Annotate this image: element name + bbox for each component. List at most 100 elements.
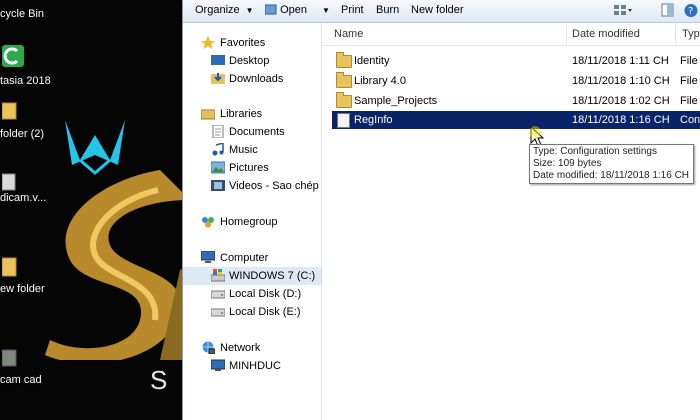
- nav-libraries-label: Libraries: [220, 108, 263, 120]
- svg-text:?: ?: [688, 6, 693, 17]
- folder-icon[interactable]: [2, 255, 18, 277]
- nav-homegroup[interactable]: Homegroup: [183, 213, 321, 231]
- music-icon: [212, 143, 224, 156]
- nav-favorites-label: Favorites: [220, 37, 266, 49]
- list-item[interactable]: Library 4.0 18/11/2018 1:10 CH File fi: [332, 72, 700, 90]
- windows-drive-icon: [211, 269, 225, 282]
- nav-drive-c[interactable]: WINDOWS 7 (C:): [183, 267, 321, 285]
- open-button[interactable]: Open ▼: [264, 4, 330, 16]
- nav-music[interactable]: Music: [183, 141, 321, 159]
- pictures-icon: [211, 161, 225, 174]
- column-header: Name Date modified Type: [322, 23, 700, 46]
- brand-letter: S: [150, 365, 168, 395]
- help-icon[interactable]: ?: [683, 3, 699, 18]
- homegroup-icon: [202, 217, 214, 228]
- camtasia-icon[interactable]: [2, 45, 24, 67]
- burn-button[interactable]: Burn: [376, 4, 399, 16]
- file-type: File fi: [680, 55, 700, 67]
- nav-videos[interactable]: Videos - Sao chép: [183, 177, 321, 195]
- nav-downloads[interactable]: Downloads: [183, 70, 321, 88]
- tooltip-type: Type: Configuration settings: [533, 146, 657, 157]
- video-icon: [211, 180, 225, 191]
- list-item[interactable]: Sample_Projects 18/11/2018 1:02 CH File …: [332, 92, 700, 110]
- tooltip-date-modified: Date modified: 18/11/2018 1:16 CH: [533, 170, 690, 181]
- column-date-modified[interactable]: Date modified: [572, 28, 640, 40]
- file-date: 18/11/2018 1:02 CH: [572, 95, 670, 107]
- nav-desktop-label: Desktop: [229, 55, 270, 67]
- nav-music-label: Music: [229, 144, 258, 156]
- folder-icon: [336, 72, 352, 88]
- column-name[interactable]: Name: [334, 28, 363, 40]
- nav-network-label: Network: [220, 342, 261, 354]
- desktop: S cycle Bin tasia 2018 folder (2) dicam.…: [0, 0, 182, 420]
- open-icon: [264, 4, 277, 15]
- nav-drive-c-label: WINDOWS 7 (C:): [229, 270, 316, 282]
- desktop-item-dicam[interactable]: dicam.v...: [0, 192, 46, 204]
- explorer-window: Organize ▼ Open ▼ Print Burn New folder ?…: [182, 0, 700, 420]
- gold-brush-logo: [45, 170, 182, 360]
- chevron-down-icon: ▼: [322, 6, 330, 15]
- nav-documents[interactable]: Documents: [183, 123, 321, 141]
- desktop-item-recycle-bin[interactable]: cycle Bin: [0, 8, 44, 20]
- command-bar: Organize ▼ Open ▼ Print Burn New folder ?: [183, 0, 700, 23]
- nav-desktop[interactable]: Desktop: [183, 52, 321, 70]
- nav-minhduc[interactable]: MINHDUC: [183, 357, 321, 375]
- file-name: Identity: [354, 55, 390, 67]
- desktop-item-folder-2[interactable]: folder (2): [0, 128, 44, 140]
- nav-drive-e[interactable]: Local Disk (E:): [183, 303, 321, 321]
- list-item[interactable]: Identity 18/11/2018 1:11 CH File fi: [332, 52, 700, 70]
- file-icon[interactable]: [2, 172, 18, 192]
- nav-videos-label: Videos - Sao chép: [229, 180, 319, 192]
- blue-crown-logo: [65, 120, 125, 175]
- desktop-item-new-folder[interactable]: ew folder: [0, 283, 45, 295]
- file-name: RegInfo: [354, 114, 393, 126]
- hard-disk-icon: [211, 290, 225, 299]
- organize-button[interactable]: Organize ▼: [195, 4, 254, 16]
- nav-minhduc-label: MINHDUC: [229, 360, 281, 372]
- file-name: Library 4.0: [354, 75, 406, 87]
- nav-libraries[interactable]: Libraries: [183, 105, 321, 123]
- column-divider[interactable]: [675, 25, 676, 43]
- nav-drive-d[interactable]: Local Disk (D:): [183, 285, 321, 303]
- nav-drive-d-label: Local Disk (D:): [229, 288, 302, 300]
- nav-favorites[interactable]: Favorites: [183, 34, 321, 52]
- column-divider[interactable]: [566, 25, 567, 43]
- nav-computer-label: Computer: [220, 252, 269, 264]
- file-date: 18/11/2018 1:10 CH: [572, 75, 670, 87]
- file-type: File fi: [680, 95, 700, 107]
- shortcut-icon[interactable]: [2, 348, 18, 368]
- new-folder-button[interactable]: New folder: [411, 4, 464, 16]
- chevron-down-icon: ▼: [245, 6, 254, 15]
- folder-icon: [336, 92, 352, 108]
- nav-drive-e-label: Local Disk (E:): [229, 306, 301, 318]
- nav-computer[interactable]: Computer: [183, 249, 321, 267]
- file-name: Sample_Projects: [354, 95, 438, 107]
- nav-network[interactable]: Network: [183, 339, 321, 357]
- downloads-icon: [211, 73, 225, 84]
- file-type: Confi: [680, 114, 700, 126]
- folder-icon: [336, 52, 352, 68]
- file-list: Name Date modified Type Identity 18/11/2…: [322, 23, 700, 420]
- column-type[interactable]: Type: [682, 28, 700, 40]
- navigation-pane: Favorites Desktop Downloads Libraries Do…: [183, 23, 322, 420]
- desktop-item-camtasia[interactable]: tasia 2018: [0, 75, 51, 87]
- network-computer-icon: [211, 359, 225, 371]
- desktop-item-cam-cad[interactable]: cam cad: [0, 374, 42, 386]
- file-date: 18/11/2018 1:11 CH: [572, 55, 669, 67]
- print-button[interactable]: Print: [341, 4, 364, 16]
- file-date: 18/11/2018 1:16 CH: [572, 114, 670, 126]
- file-type: File fi: [680, 75, 700, 87]
- list-item-selected[interactable]: RegInfo 18/11/2018 1:16 CH Confi: [332, 111, 700, 129]
- nav-pictures[interactable]: Pictures: [183, 159, 321, 177]
- view-options-icon[interactable]: [613, 3, 633, 17]
- hard-disk-icon: [211, 308, 225, 317]
- nav-pictures-label: Pictures: [229, 162, 269, 174]
- folder-icon[interactable]: [2, 100, 18, 120]
- network-icon: [202, 341, 215, 354]
- documents-icon: [212, 125, 224, 138]
- computer-icon: [201, 251, 215, 263]
- desktop-icon: [211, 55, 225, 65]
- nav-homegroup-label: Homegroup: [220, 216, 278, 228]
- preview-pane-icon[interactable]: [661, 3, 674, 17]
- file-info-tooltip: Type: Configuration settings Size: 109 b…: [529, 144, 694, 184]
